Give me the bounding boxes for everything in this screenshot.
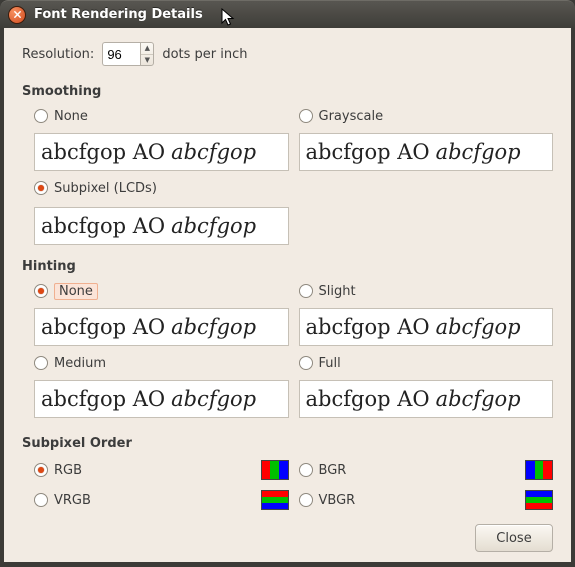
vbgr-swatch-icon — [525, 490, 553, 510]
subpixel-order-heading: Subpixel Order — [22, 436, 553, 451]
radio-icon — [34, 493, 48, 507]
radio-icon — [299, 493, 313, 507]
dialog-content: Resolution: ▲ ▼ dots per inch Smoothing … — [4, 28, 571, 562]
radio-icon — [34, 181, 48, 195]
option-label: None — [54, 109, 88, 124]
option-label: None — [54, 283, 98, 300]
radio-icon — [299, 356, 313, 370]
option-label: Full — [319, 356, 341, 371]
window-close-button[interactable] — [8, 6, 26, 24]
dialog-window: Font Rendering Details Resolution: ▲ ▼ d… — [0, 0, 575, 567]
subpixel-rgb-option[interactable]: RGB — [34, 457, 289, 483]
option-label: Medium — [54, 356, 106, 371]
radio-icon — [299, 463, 313, 477]
radio-icon — [299, 284, 313, 298]
smoothing-subpixel-sample: abcfgop AOabcfgop — [34, 207, 289, 245]
hinting-none-option[interactable]: None — [34, 280, 289, 302]
close-button[interactable]: Close — [475, 524, 553, 552]
mouse-cursor-icon — [221, 8, 237, 28]
bgr-swatch-icon — [525, 460, 553, 480]
close-icon — [13, 10, 22, 19]
resolution-units: dots per inch — [162, 47, 247, 62]
resolution-label: Resolution: — [22, 47, 94, 62]
hinting-full-sample: abcfgop AOabcfgop — [299, 380, 554, 418]
smoothing-subpixel-row: abcfgop AOabcfgop — [22, 207, 553, 245]
option-label: RGB — [54, 463, 82, 478]
smoothing-grid: None Grayscale abcfgop AOabcfgop abcfgop… — [22, 105, 553, 199]
hinting-slight-option[interactable]: Slight — [299, 280, 554, 302]
resolution-spinbox: ▲ ▼ — [102, 42, 154, 66]
subpixel-vbgr-option[interactable]: VBGR — [299, 487, 554, 513]
titlebar: Font Rendering Details — [0, 0, 575, 28]
vrgb-swatch-icon — [261, 490, 289, 510]
smoothing-none-sample: abcfgop AOabcfgop — [34, 133, 289, 171]
option-label: Grayscale — [319, 109, 384, 124]
subpixel-bgr-option[interactable]: BGR — [299, 457, 554, 483]
radio-icon — [34, 109, 48, 123]
spin-down-button[interactable]: ▼ — [141, 55, 153, 66]
option-label: Slight — [319, 284, 356, 299]
subpixel-vrgb-option[interactable]: VRGB — [34, 487, 289, 513]
option-label: VBGR — [319, 493, 356, 508]
hinting-none-sample: abcfgop AOabcfgop — [34, 308, 289, 346]
radio-icon — [34, 463, 48, 477]
radio-icon — [34, 356, 48, 370]
smoothing-grayscale-option[interactable]: Grayscale — [299, 105, 554, 127]
hinting-slight-sample: abcfgop AOabcfgop — [299, 308, 554, 346]
option-label: Subpixel (LCDs) — [54, 181, 157, 196]
resolution-input[interactable] — [102, 42, 140, 66]
hinting-medium-sample: abcfgop AOabcfgop — [34, 380, 289, 418]
option-label: VRGB — [54, 493, 91, 508]
window-title: Font Rendering Details — [34, 7, 203, 22]
rgb-swatch-icon — [261, 460, 289, 480]
hinting-grid: None Slight abcfgop AOabcfgop abcfgop AO… — [22, 280, 553, 418]
hinting-heading: Hinting — [22, 259, 553, 274]
spin-up-button[interactable]: ▲ — [141, 43, 153, 55]
option-label: BGR — [319, 463, 347, 478]
radio-icon — [34, 284, 48, 298]
dialog-footer: Close — [22, 524, 553, 552]
smoothing-none-option[interactable]: None — [34, 105, 289, 127]
radio-icon — [299, 109, 313, 123]
hinting-medium-option[interactable]: Medium — [34, 352, 289, 374]
smoothing-subpixel-option[interactable]: Subpixel (LCDs) — [34, 177, 289, 199]
smoothing-heading: Smoothing — [22, 84, 553, 99]
hinting-full-option[interactable]: Full — [299, 352, 554, 374]
resolution-row: Resolution: ▲ ▼ dots per inch — [22, 42, 553, 66]
spin-buttons: ▲ ▼ — [140, 42, 154, 66]
subpixel-order-grid: RGB BGR VRGB — [22, 457, 553, 513]
smoothing-grayscale-sample: abcfgop AOabcfgop — [299, 133, 554, 171]
